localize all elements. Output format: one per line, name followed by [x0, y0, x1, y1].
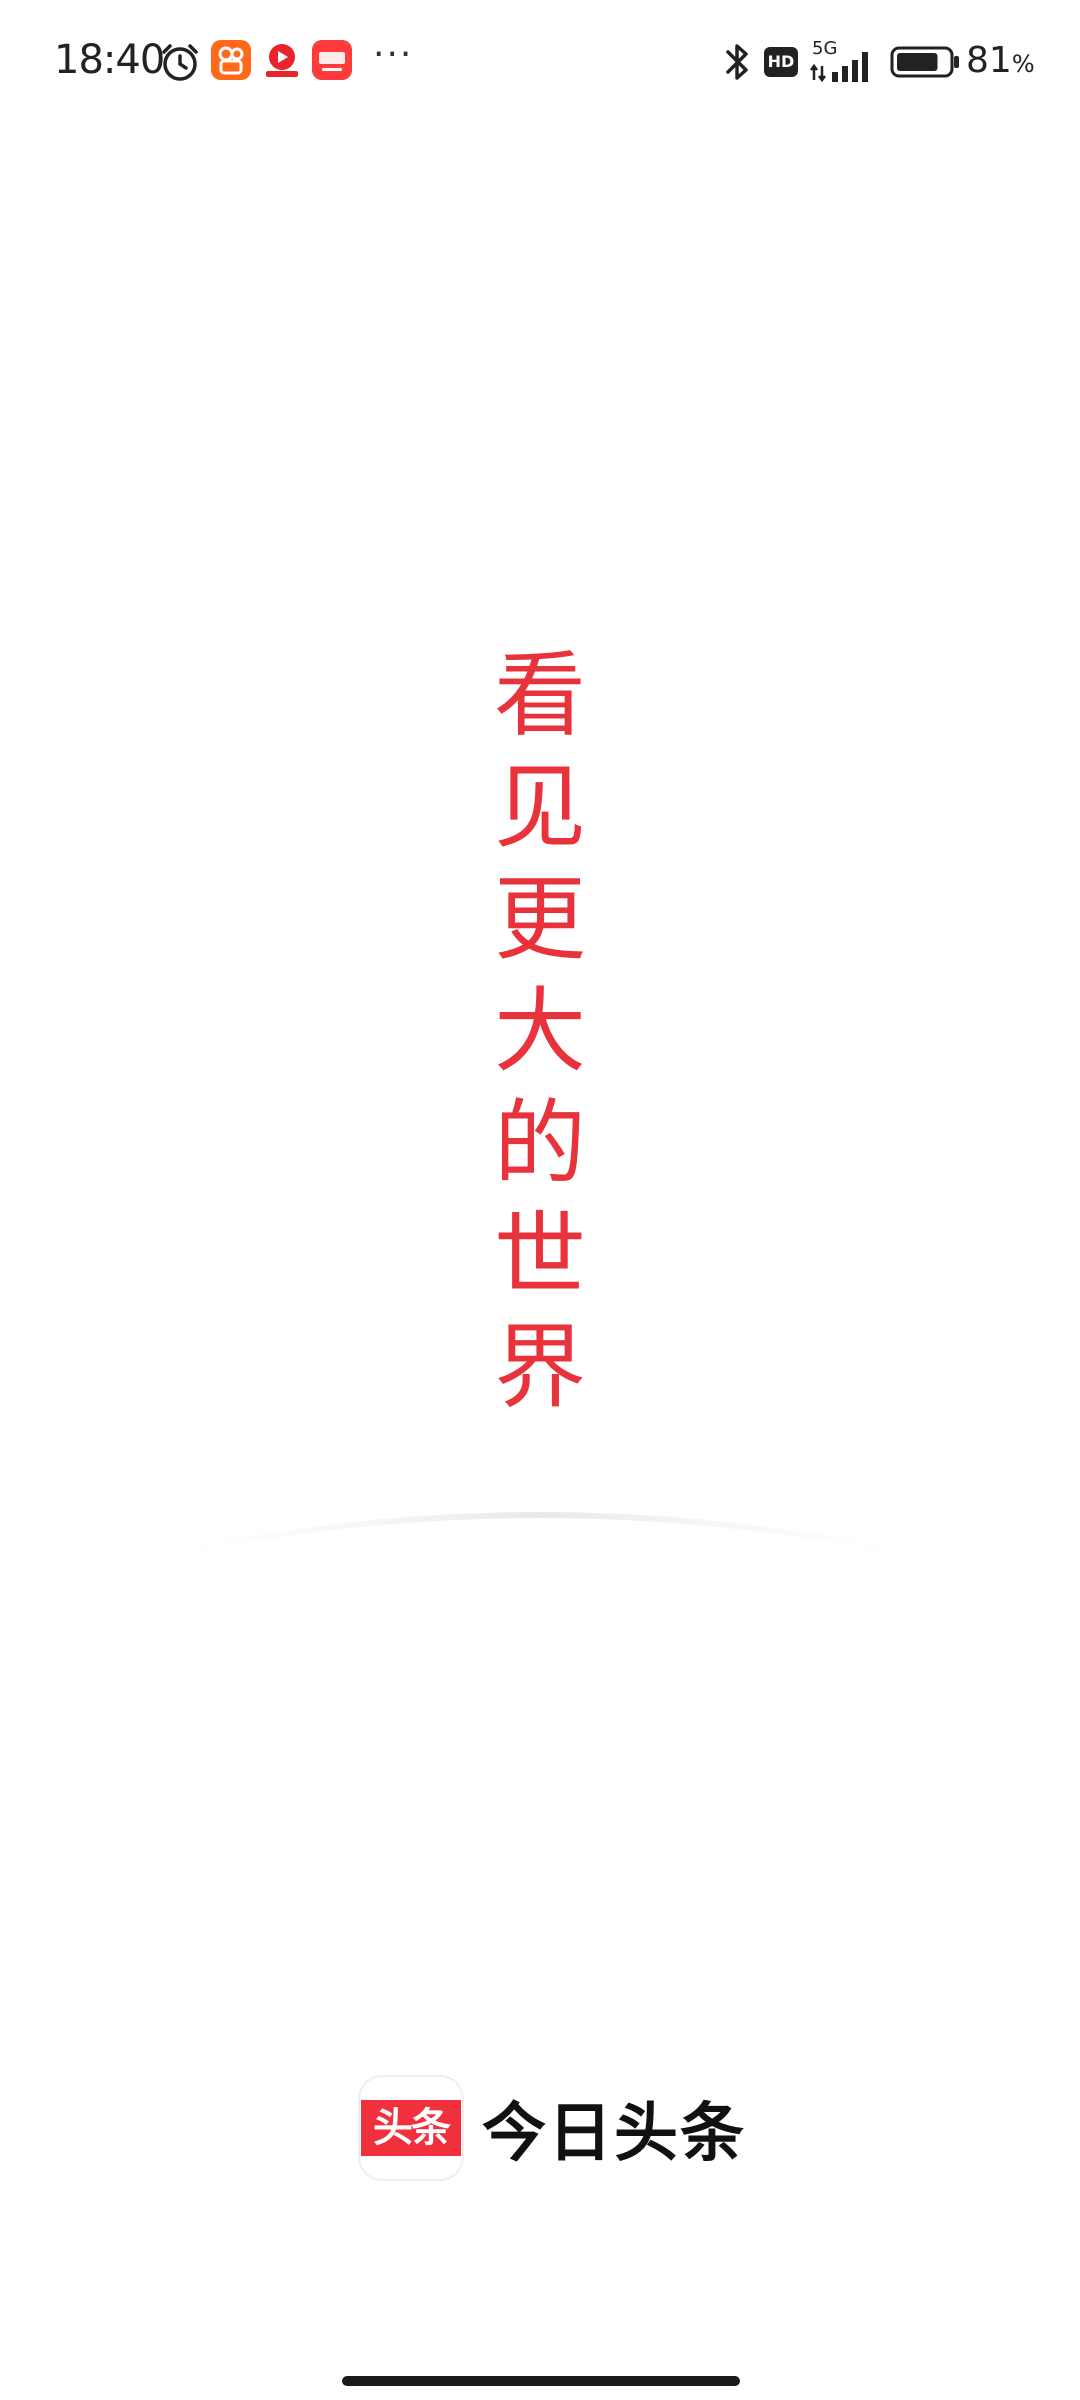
splash-slogan: 看见更大的世界 [460, 640, 620, 1424]
slogan-char: 的 [493, 1090, 586, 1197]
slogan-char: 世 [493, 1202, 586, 1309]
slogan-char: 界 [493, 1314, 586, 1421]
toutiao-logo: 头条 [360, 2077, 462, 2179]
notification-news-icon [312, 40, 352, 80]
hd-badge: HD [764, 47, 798, 77]
status-bar: 18:40 ··· HD 5G 81% [0, 0, 1080, 125]
status-time: 18:40 [54, 37, 165, 83]
toutiao-logo-text: 头条 [361, 2100, 461, 2156]
decorative-arc [189, 1512, 891, 1553]
bluetooth-icon [726, 44, 748, 80]
home-indicator[interactable] [342, 2376, 740, 2386]
slogan-char: 见 [493, 754, 586, 861]
battery-unit: % [1011, 50, 1035, 78]
battery-icon [890, 46, 959, 78]
alarm-icon [162, 44, 198, 81]
slogan-char: 大 [493, 978, 586, 1085]
slogan-char: 更 [493, 866, 586, 973]
notification-app-icon [211, 40, 251, 80]
battery-percentage: 81% [966, 40, 1035, 81]
signal-icon [810, 52, 868, 83]
more-notifications-icon: ··· [373, 34, 414, 75]
brand-footer: 头条 今日头条 [360, 2076, 746, 2180]
battery-value: 81 [966, 40, 1012, 81]
notification-video-icon [262, 40, 302, 80]
slogan-char: 看 [493, 642, 586, 749]
brand-name: 今日头条 [482, 2097, 746, 2171]
